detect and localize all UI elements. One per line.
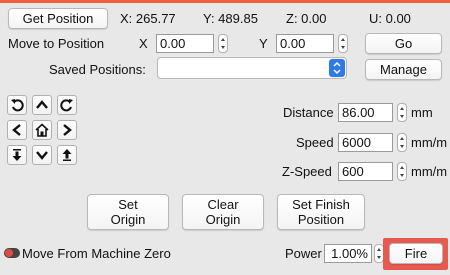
saved-positions-select[interactable] [157,57,347,79]
jog-up-button[interactable] [32,95,52,115]
clear-origin-button[interactable]: Clear Origin [182,194,264,230]
move-x-field[interactable]: 0.00 [156,34,214,53]
z-down-button[interactable] [7,145,27,165]
z-speed-label: Z-Speed [282,164,332,179]
fire-button[interactable]: Fire [389,243,443,264]
jog-right-button[interactable] [57,120,77,140]
rotate-ccw-button[interactable] [7,95,27,115]
saved-positions-label: Saved Positions: [49,62,146,77]
distance-field[interactable]: 86.00 [338,103,393,122]
arrow-up-icon [36,100,48,109]
z-position-readout: Z: 0.00 [286,11,327,26]
set-finish-line1: Set Finish [292,197,350,212]
jog-left-button[interactable] [7,120,27,140]
get-position-button[interactable]: Get Position [8,8,108,29]
rotate-ccw-icon [11,99,24,112]
move-to-position-label: Move to Position [8,36,105,51]
speed-stepper[interactable] [397,133,407,152]
go-button[interactable]: Go [365,33,442,54]
move-y-stepper[interactable] [338,34,348,53]
power-label: Power [285,246,322,261]
set-finish-position-button[interactable]: Set Finish Position [277,194,365,230]
move-from-machine-zero-label: Move From Machine Zero [22,246,171,261]
z-speed-stepper[interactable] [397,162,407,181]
set-origin-button[interactable]: Set Origin [87,194,169,230]
move-from-machine-zero-toggle[interactable] [4,248,20,258]
z-down-icon [12,149,22,161]
z-up-button[interactable] [57,145,77,165]
z-speed-unit: mm/m [411,164,448,179]
power-field[interactable]: 1.00% [324,244,372,263]
jog-down-button[interactable] [32,145,52,165]
speed-unit: mm/m [411,135,448,150]
rotate-cw-icon [60,99,73,112]
window-top-accent [0,0,450,3]
z-speed-field[interactable]: 600 [338,162,393,181]
distance-unit: mm [411,105,433,120]
home-icon [35,123,49,137]
toggle-knob [5,249,13,257]
home-button[interactable] [32,120,52,140]
set-origin-line1: Set [118,197,138,212]
z-up-icon [62,149,72,161]
manage-button[interactable]: Manage [365,59,442,80]
arrow-right-icon [63,124,72,136]
x-position-readout: X: 265.77 [120,11,176,26]
clear-origin-line1: Clear [207,197,239,212]
move-x-stepper[interactable] [218,34,228,53]
arrow-left-icon [12,124,21,136]
rotate-cw-button[interactable] [57,95,77,115]
u-position-readout: U: 0.00 [369,11,411,26]
set-origin-line2: Origin [110,212,146,227]
set-finish-line2: Position [297,212,345,227]
arrow-down-icon [36,151,48,160]
chevron-updown-icon [329,59,345,77]
move-y-field[interactable]: 0.00 [276,34,334,53]
move-y-label: Y [259,36,268,51]
move-x-label: X [139,36,148,51]
clear-origin-line2: Origin [205,212,241,227]
speed-field[interactable]: 6000 [338,133,393,152]
y-position-readout: Y: 489.85 [203,11,258,26]
distance-label: Distance [283,105,334,120]
fire-highlight-frame: Fire [383,238,448,270]
speed-label: Speed [296,135,334,150]
distance-stepper[interactable] [397,103,407,122]
